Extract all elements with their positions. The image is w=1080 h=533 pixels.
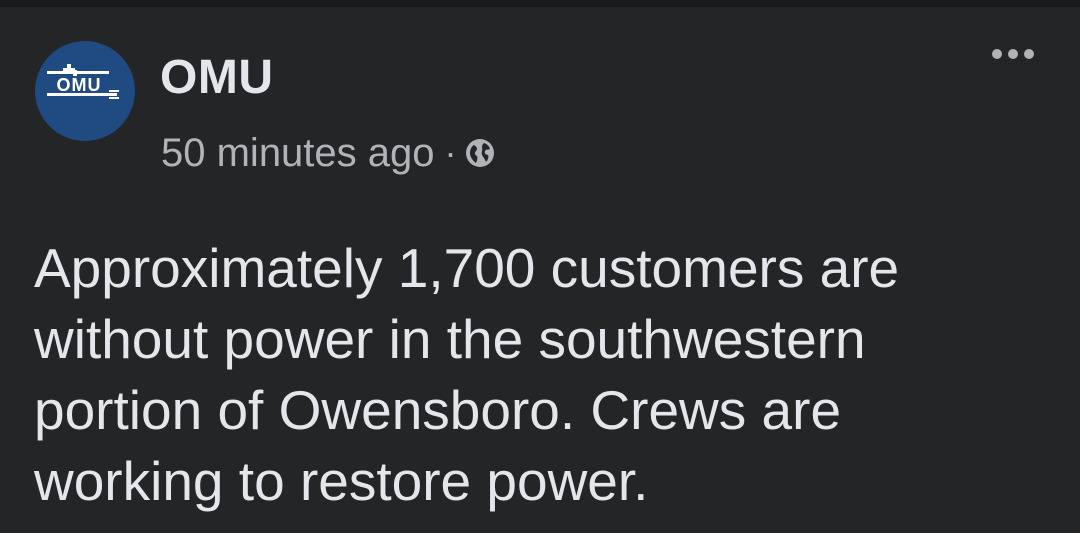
timestamp[interactable]: 50 minutes ago: [161, 131, 435, 176]
post-text: Approximately 1,700 customers are withou…: [34, 237, 900, 512]
post-meta: 50 minutes ago ·: [161, 130, 495, 176]
more-options-button[interactable]: [992, 49, 1034, 59]
globe-icon[interactable]: [465, 138, 495, 168]
avatar[interactable]: OMU: [35, 41, 135, 141]
logo-text: OMU: [57, 75, 102, 95]
more-dot: [1008, 49, 1018, 59]
post-card: OMU OMU 50 minutes ago · Approximately 1…: [0, 7, 1080, 533]
meta-separator: ·: [444, 132, 457, 173]
omu-logo-icon: OMU: [47, 64, 119, 99]
more-dot: [1024, 49, 1034, 59]
author-name[interactable]: OMU: [160, 50, 273, 106]
more-dot: [992, 49, 1002, 59]
top-divider: [0, 0, 1080, 7]
